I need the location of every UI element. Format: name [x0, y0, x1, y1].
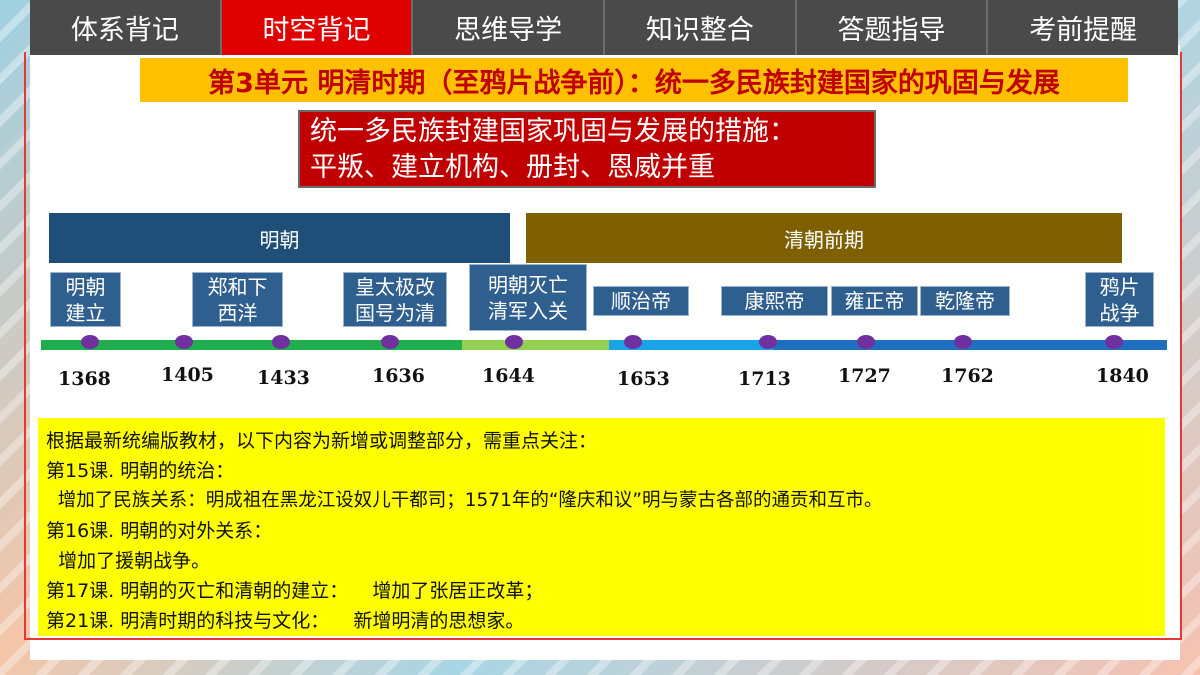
measures-line-1: 统一多民族封建国家巩固与发展的措施：	[310, 116, 796, 147]
tab-system-review[interactable]: 体系背记	[30, 0, 222, 55]
year-label: 1644	[482, 365, 535, 387]
timeline-dot	[857, 335, 875, 349]
event-label: 郑和下	[207, 274, 268, 299]
notes-intro: 根据最新统编版教材，以下内容为新增或调整部分，需重点关注：	[46, 430, 598, 452]
event-label: 顺治帝	[611, 289, 671, 313]
event-label: 国号为清	[355, 300, 435, 325]
event-ming-fall-qing-entry: 明朝灭亡 清军入关	[469, 264, 587, 331]
timeline-dot	[505, 335, 523, 349]
notes-lesson-16-detail: 增加了援朝战争。	[46, 550, 211, 572]
event-label: 鸦片	[1099, 274, 1140, 299]
event-label: 明朝	[65, 274, 106, 299]
year-label: 1433	[257, 367, 310, 389]
year-label: 1405	[161, 364, 214, 386]
event-zheng-he-voyages: 郑和下 西洋	[192, 272, 283, 327]
year-label: 1713	[738, 368, 791, 390]
event-label: 战争	[1099, 300, 1140, 325]
measures-box: 统一多民族封建国家巩固与发展的措施： 平叛、建立机构、册封、恩威并重	[298, 110, 876, 188]
timeline-dot	[624, 335, 642, 349]
tab-answer-guide[interactable]: 答题指导	[797, 0, 989, 55]
year-label: 1636	[372, 365, 425, 387]
year-label: 1653	[617, 368, 670, 390]
notes-lesson-16-title: 第16课. 明朝的对外关系：	[46, 520, 273, 542]
unit-title: 第3单元 明清时期（至鸦片战争前）：统一多民族封建国家的巩固与发展	[140, 58, 1128, 102]
event-kangxi: 康熙帝	[721, 286, 828, 316]
timeline-dot	[954, 335, 972, 349]
tab-thinking-guide[interactable]: 思维导学	[413, 0, 606, 55]
notes-box: 根据最新统编版教材，以下内容为新增或调整部分，需重点关注： 第15课. 明朝的统…	[38, 418, 1165, 636]
qing-dynasty-bar: 清朝前期	[526, 213, 1122, 263]
event-opium-war: 鸦片 战争	[1085, 272, 1154, 327]
notes-lesson-21: 第21课. 明清时期的科技与文化： 新增明清的思想家。	[46, 610, 525, 632]
timeline-dot	[81, 335, 99, 349]
year-label: 1368	[58, 368, 111, 390]
measures-line-2: 平叛、建立机构、册封、恩威并重	[310, 152, 715, 183]
notes-lesson-15-detail: 增加了民族关系：明成祖在黑龙江设奴儿干都司；1571年的“隆庆和议”明与蒙古各部…	[46, 490, 883, 511]
event-yongzheng: 雍正帝	[831, 286, 918, 316]
timeline-segment-transition	[462, 340, 609, 350]
ming-dynasty-bar: 明朝	[49, 213, 510, 263]
tab-knowledge-integration[interactable]: 知识整合	[605, 0, 797, 55]
event-ming-founding: 明朝 建立	[50, 272, 121, 327]
top-nav: 体系背记 时空背记 思维导学 知识整合 答题指导 考前提醒	[30, 0, 1178, 55]
event-label: 雍正帝	[844, 289, 905, 313]
event-label: 康熙帝	[744, 289, 805, 313]
event-shunzhi: 顺治帝	[593, 286, 689, 316]
timeline-dot	[175, 335, 193, 349]
timeline-dot	[759, 335, 777, 349]
event-qianlong: 乾隆帝	[920, 286, 1010, 316]
event-hong-taiji-rename: 皇太极改 国号为清	[343, 272, 447, 327]
timeline-dot	[381, 335, 399, 349]
event-label: 皇太极改	[355, 274, 435, 299]
year-label: 1762	[941, 365, 994, 387]
event-label: 乾隆帝	[935, 289, 995, 313]
notes-lesson-17: 第17课. 明朝的灭亡和清朝的建立： 增加了张居正改革；	[46, 580, 544, 602]
timeline-dot	[272, 335, 290, 349]
event-label: 明朝灭亡	[488, 272, 568, 297]
notes-lesson-15-title: 第15课. 明朝的统治：	[46, 460, 235, 482]
tab-exam-reminder[interactable]: 考前提醒	[988, 0, 1178, 55]
event-label: 西洋	[217, 300, 258, 325]
timeline-dot	[1105, 335, 1123, 349]
event-label: 建立	[65, 300, 106, 325]
year-label: 1840	[1096, 365, 1149, 387]
event-label: 清军入关	[488, 298, 568, 323]
tab-timeline-review[interactable]: 时空背记	[221, 0, 414, 55]
year-label: 1727	[838, 365, 891, 387]
